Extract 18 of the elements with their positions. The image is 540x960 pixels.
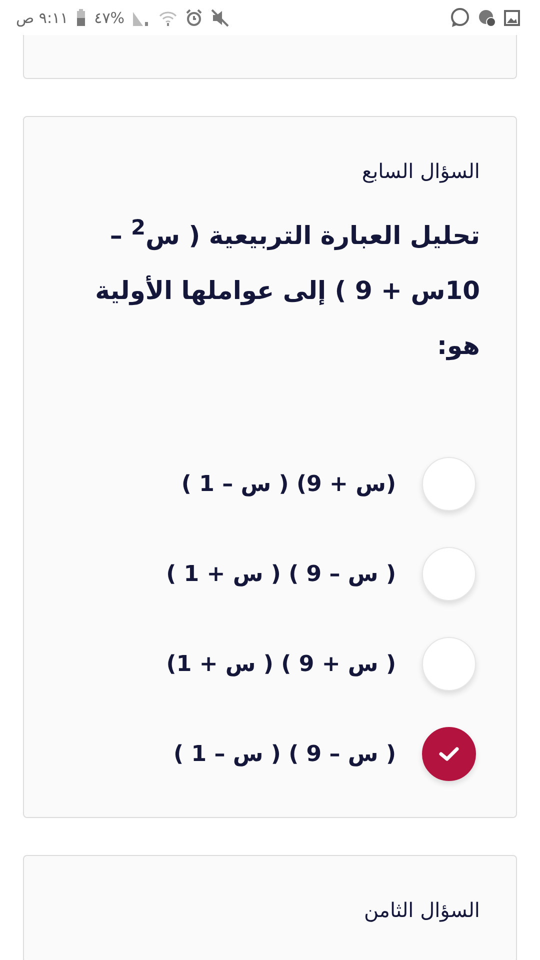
image-icon [504,10,520,26]
notification-icon [478,8,496,26]
option-label: ( س – 9 ) ( س – 1 ) [174,742,396,767]
mute-icon [210,8,229,26]
alarm-icon [184,8,203,26]
option-label: ( س – 9 ) ( س + 1 ) [166,562,396,587]
battery-icon [76,8,86,26]
option-label: (س + 9) ( س – 1 ) [181,472,396,497]
question-title: السؤال السابع [360,158,480,185]
clock-time: ٩:١١ ص [16,8,68,26]
question-title: السؤال الثامن [363,897,480,924]
signal-icon [132,10,151,26]
check-icon [438,746,460,762]
radio-button[interactable] [422,727,476,782]
wifi-icon [158,10,177,26]
option-label: ( س + 9 ) ( س + 1) [166,652,396,677]
chat-icon [450,8,470,28]
battery-percent: %٤٧ [94,8,125,26]
